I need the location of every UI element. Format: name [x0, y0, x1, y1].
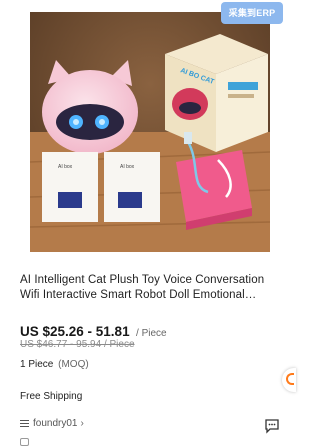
moq-row: 1 Piece (MOQ): [20, 359, 89, 370]
shipping-info: Free Shipping: [20, 391, 83, 402]
moq-label: (MOQ): [58, 359, 89, 370]
moq-value: 1 Piece: [20, 359, 54, 370]
collect-to-erp-badge[interactable]: 采集到ERP: [221, 2, 283, 24]
chat-icon[interactable]: [264, 418, 280, 434]
current-price: US $25.26 - 51.81: [20, 324, 130, 339]
svg-text:AI box: AI box: [58, 164, 73, 170]
price-unit: / Piece: [136, 328, 167, 339]
product-card[interactable]: AI BO CAT AI box AI box 采集到ERP AI Intell…: [0, 0, 296, 446]
chevron-right-icon: ›: [80, 418, 84, 429]
product-title[interactable]: AI Intelligent Cat Plush Toy Voice Conve…: [20, 273, 272, 303]
plush-cat: [42, 60, 138, 154]
original-price: US $46.77 - 95.94 / Piece: [20, 339, 135, 350]
refresh-icon: [286, 373, 294, 385]
manual-card-left: AI box: [42, 152, 98, 222]
product-photo: AI BO CAT AI box AI box: [30, 12, 270, 252]
product-box: AI BO CAT: [165, 34, 268, 152]
store-link[interactable]: foundry01 ›: [20, 418, 84, 429]
product-image[interactable]: AI BO CAT AI box AI box: [30, 12, 270, 252]
side-float-tab[interactable]: [282, 368, 296, 392]
store-name: foundry01: [33, 418, 78, 429]
menu-icon: [20, 419, 29, 428]
manual-card-right: AI box: [104, 152, 160, 222]
svg-text:AI box: AI box: [120, 164, 135, 170]
store-badge-icon: [20, 438, 29, 446]
